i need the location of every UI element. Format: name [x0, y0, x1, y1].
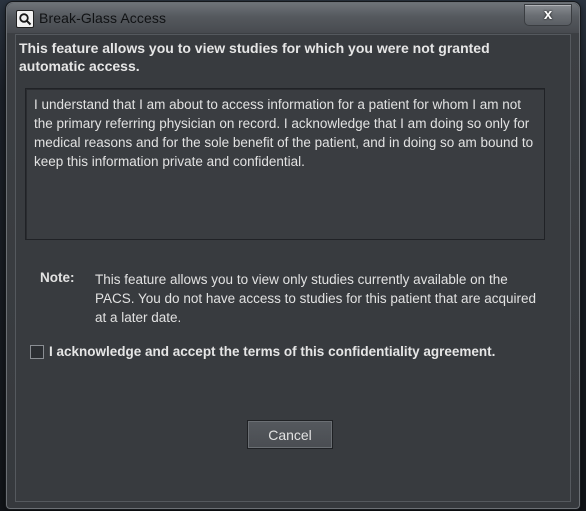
acknowledge-checkbox[interactable] [30, 345, 44, 359]
acknowledge-checkbox-row[interactable]: I acknowledge and accept the terms of th… [30, 343, 560, 361]
agreement-text-area[interactable]: I understand that I am about to access i… [25, 88, 545, 240]
intro-text: This feature allows you to view studies … [19, 40, 490, 74]
close-icon: x [543, 6, 553, 23]
cancel-button-label: Cancel [268, 427, 312, 443]
break-glass-dialog: Break-Glass Access x This feature allows… [6, 2, 580, 509]
note-label: Note: [40, 270, 75, 285]
magnifier-icon [16, 10, 34, 28]
close-button[interactable]: x [524, 4, 572, 26]
note-text: This feature allows you to view only stu… [95, 272, 537, 325]
cancel-button[interactable]: Cancel [247, 420, 333, 449]
acknowledge-label[interactable]: I acknowledge and accept the terms of th… [49, 344, 495, 359]
agreement-text: I understand that I am about to access i… [34, 97, 534, 169]
window-title: Break-Glass Access [39, 10, 167, 26]
title-bar[interactable]: Break-Glass Access x [7, 3, 579, 33]
